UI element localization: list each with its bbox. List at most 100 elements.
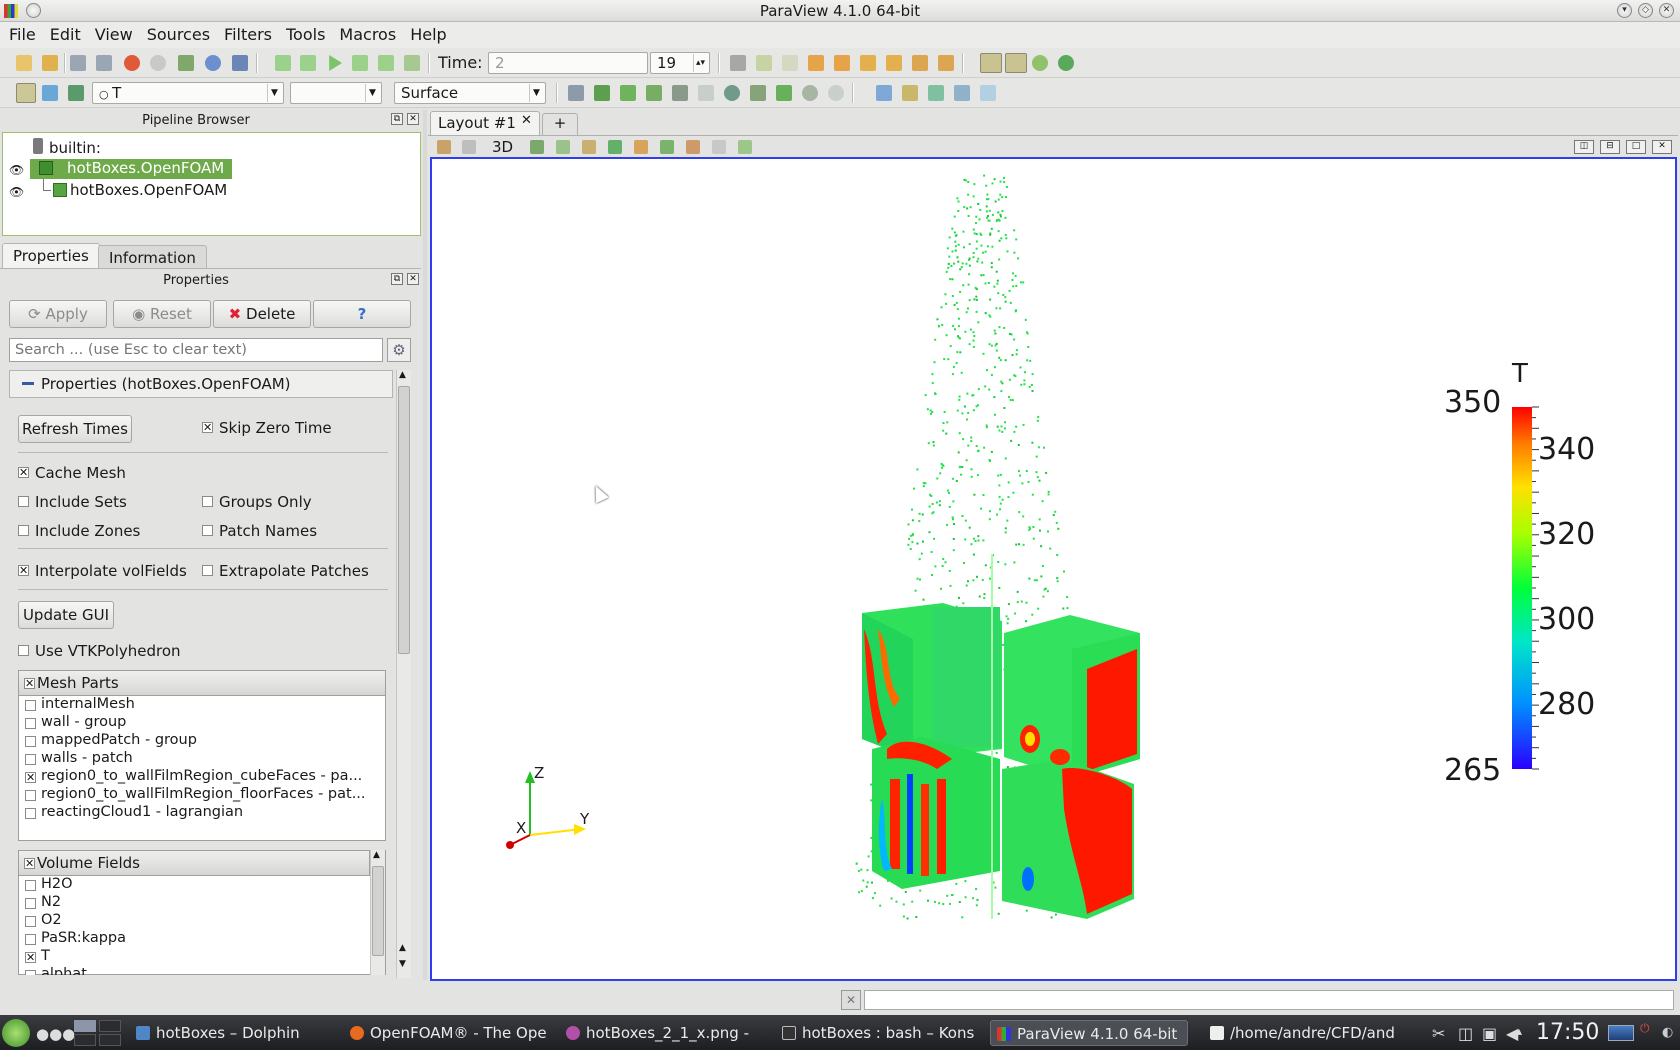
clock[interactable]: 17:50 xyxy=(1536,1020,1599,1045)
camera-undo-icon[interactable] xyxy=(462,140,476,154)
include-sets-checkbox[interactable] xyxy=(18,496,29,507)
reset-camera-icon[interactable] xyxy=(730,55,746,71)
extrapolate-patches-checkbox[interactable] xyxy=(202,565,213,576)
reset-button[interactable]: ◉ Reset xyxy=(113,300,211,328)
volume-field-row[interactable]: PaSR:kappa xyxy=(41,930,126,946)
mesh-part-checkbox[interactable]: ✕ xyxy=(25,772,36,783)
split-horizontal-button[interactable]: ⊟ xyxy=(1600,140,1620,154)
group-datasets-icon[interactable] xyxy=(802,85,818,101)
tray-input-icon[interactable]: ◫ xyxy=(1458,1024,1473,1043)
slice-icon[interactable] xyxy=(646,85,662,101)
undo-icon[interactable] xyxy=(124,55,140,71)
scroll-up-icon[interactable]: ▲ xyxy=(373,850,380,860)
mesh-part-row[interactable]: region0_to_wallFilmRegion_cubeFaces - pa… xyxy=(41,768,362,784)
collapse-icon[interactable] xyxy=(22,382,34,385)
mesh-part-checkbox[interactable] xyxy=(25,754,36,765)
volume-field-checkbox[interactable] xyxy=(25,970,36,975)
tab-information[interactable]: Information xyxy=(98,245,207,269)
tray-expand-icon[interactable]: ▴ xyxy=(1516,1024,1522,1038)
volume-field-row[interactable]: H2O xyxy=(41,876,73,892)
show-center-icon[interactable] xyxy=(980,53,1002,73)
save-state-icon[interactable] xyxy=(70,55,86,71)
volume-field-checkbox[interactable] xyxy=(25,898,36,909)
loop-icon[interactable] xyxy=(404,55,420,71)
mesh-parts-header[interactable]: ✕ Mesh Parts xyxy=(18,670,386,696)
refresh-times-button[interactable]: Refresh Times xyxy=(18,415,132,443)
stream-tracer-icon[interactable] xyxy=(750,85,766,101)
extract-level-icon[interactable] xyxy=(828,85,844,101)
previous-frame-icon[interactable] xyxy=(300,55,316,71)
minimize-button[interactable]: ▾ xyxy=(1617,3,1632,18)
task-editor[interactable]: /home/andre/CFD/andr xyxy=(1204,1020,1394,1046)
task-paraview[interactable]: ParaView 4.1.0 64-bit xyxy=(990,1020,1188,1046)
mesh-part-checkbox[interactable] xyxy=(25,718,36,729)
volume-field-checkbox[interactable] xyxy=(25,916,36,927)
volume-fields-scrollbar[interactable]: ▲ xyxy=(370,850,385,975)
scroll-thumb[interactable] xyxy=(372,866,384,956)
time-index-spinbox[interactable]: 19 ▴▾ xyxy=(650,52,710,74)
select-points-through-icon[interactable] xyxy=(954,85,970,101)
mesh-parts-toggle-all-checkbox[interactable]: ✕ xyxy=(24,678,35,689)
volume-field-row[interactable]: N2 xyxy=(41,894,61,910)
advanced-settings-gear-icon[interactable]: ⚙ xyxy=(387,338,411,362)
more-apps-icon[interactable]: ●●● xyxy=(36,1025,75,1043)
include-zones-checkbox[interactable] xyxy=(18,525,29,536)
mesh-part-row[interactable]: internalMesh xyxy=(41,696,135,712)
properties-scroll-down[interactable]: ▲ ▼ xyxy=(396,943,411,976)
add-layout-tab[interactable]: + xyxy=(542,113,578,135)
render-scene[interactable] xyxy=(432,159,1675,979)
component-select[interactable]: ▼ xyxy=(290,82,382,104)
set-view-x-pos-icon[interactable] xyxy=(808,55,824,71)
scroll-up-icon[interactable]: ▲ xyxy=(399,943,406,953)
mesh-part-row[interactable]: walls - patch xyxy=(41,750,133,766)
eye-icon[interactable]: 👁 xyxy=(9,163,24,177)
close-tab-icon[interactable]: ✕ xyxy=(521,113,532,128)
menu-sources[interactable]: Sources xyxy=(147,22,210,44)
delete-button[interactable]: ✖ Delete xyxy=(213,300,311,328)
properties-scrollbar[interactable]: ▲ xyxy=(396,370,411,978)
volume-fields-toggle-all-checkbox[interactable]: ✕ xyxy=(24,858,35,869)
properties-section-header[interactable]: Properties (hotBoxes.OpenFOAM) xyxy=(9,370,393,398)
skip-zero-time-checkbox[interactable]: ✕ xyxy=(202,422,213,433)
load-state-icon[interactable] xyxy=(96,55,112,71)
tray-power-icon[interactable]: ⏻ xyxy=(1640,1021,1652,1045)
select-surface-points-icon[interactable] xyxy=(582,140,596,154)
view-mode-toggle[interactable]: 3D xyxy=(492,138,513,156)
use-vtkpolyhedron-checkbox[interactable] xyxy=(18,645,29,656)
close-panel-icon[interactable]: ✕ xyxy=(407,113,419,125)
interactive-select-cells-icon[interactable] xyxy=(686,140,700,154)
menu-filters[interactable]: Filters xyxy=(224,22,272,44)
menu-file[interactable]: File xyxy=(9,22,36,44)
volume-field-checkbox[interactable] xyxy=(25,934,36,945)
set-view-z-pos-icon[interactable] xyxy=(912,55,928,71)
task-firefox[interactable]: OpenFOAM® - The Ope xyxy=(344,1020,552,1046)
select-surface-cells-icon[interactable] xyxy=(556,140,570,154)
time-value-field[interactable]: 2 xyxy=(488,52,648,74)
select-cells-through-icon[interactable] xyxy=(928,85,944,101)
apply-button[interactable]: ⟳ Apply xyxy=(9,300,107,328)
mesh-part-row[interactable]: mappedPatch - group xyxy=(41,732,197,748)
volume-field-row[interactable]: alphat xyxy=(41,966,87,975)
render-view[interactable]: Z Y X T 350 265 340 320 300 280 xyxy=(430,157,1677,981)
mesh-part-row[interactable]: wall - group xyxy=(41,714,126,730)
virtual-desktop-3[interactable] xyxy=(74,1034,96,1046)
interactive-select-icon[interactable] xyxy=(980,85,996,101)
clear-selection-icon[interactable] xyxy=(712,140,726,154)
zoom-data-icon[interactable] xyxy=(756,55,772,71)
start-menu-icon[interactable] xyxy=(2,1019,30,1047)
capture-screenshot-icon[interactable] xyxy=(530,140,544,154)
extract-subset-icon[interactable] xyxy=(698,85,714,101)
set-view-x-neg-icon[interactable] xyxy=(834,55,850,71)
warp-vector-icon[interactable] xyxy=(776,85,792,101)
maximize-button[interactable]: ◇ xyxy=(1638,3,1653,18)
progress-abort-icon[interactable]: ✕ xyxy=(841,990,861,1010)
representation-select[interactable]: Surface ▼ xyxy=(394,82,546,104)
task-dolphin[interactable]: hotBoxes – Dolphin xyxy=(130,1020,326,1046)
groups-only-checkbox[interactable] xyxy=(202,496,213,507)
set-view-z-neg-icon[interactable] xyxy=(938,55,954,71)
scroll-up-icon[interactable]: ▲ xyxy=(399,370,406,380)
patch-names-checkbox[interactable] xyxy=(202,525,213,536)
rescale-range-icon[interactable] xyxy=(68,85,84,101)
select-cells-on-icon[interactable] xyxy=(876,85,892,101)
undock-icon[interactable]: ⧉ xyxy=(391,273,403,285)
